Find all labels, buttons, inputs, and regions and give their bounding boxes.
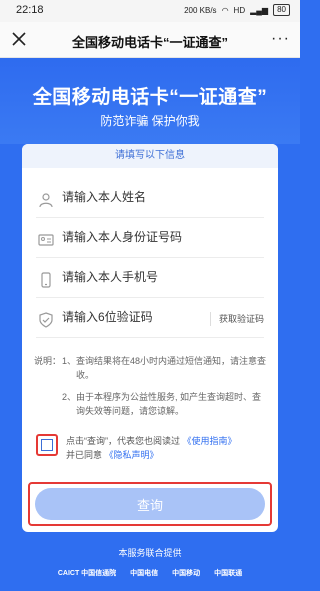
id-card-icon: [38, 234, 54, 246]
get-code-button[interactable]: 获取验证码: [209, 312, 264, 326]
footer-title: 本服务联合提供: [118, 548, 182, 558]
status-bar: 22:18 200 KB/s ◠ HD ▂▄▆ 80: [0, 0, 300, 22]
form-header: 请填写以下信息: [22, 144, 278, 168]
status-time: 22:18: [16, 4, 44, 16]
wifi-icon: ◠: [221, 5, 229, 15]
network-speed: 200 KB/s: [184, 5, 217, 15]
phone-input[interactable]: [62, 270, 252, 284]
notes: 说明： 1、 查询结果将在48小时内通过短信通知，请注意查收。 2、 由于本程序…: [34, 354, 266, 426]
hd-badge: HD: [233, 5, 246, 15]
nav-title: 全国移动电话卡“一证通查”: [71, 35, 228, 50]
agree-checkbox[interactable]: [41, 439, 53, 451]
query-button[interactable]: 查询: [35, 488, 265, 520]
footer-logos: CAICT 中国信通院 中国电信 中国移动 中国联通: [0, 568, 300, 578]
guide-link[interactable]: 《使用指南》: [183, 436, 237, 446]
nav-bar: 全国移动电话卡“一证通查” ···: [0, 22, 300, 58]
code-field: 获取验证码: [36, 304, 264, 338]
form-card: 请填写以下信息 获取验证码 说明：: [22, 144, 278, 532]
shield-icon: [39, 312, 53, 328]
phone-icon: [41, 272, 51, 288]
query-button-highlight: 查询: [28, 482, 272, 526]
caict-logo: CAICT 中国信通院: [57, 570, 117, 577]
code-input[interactable]: [62, 310, 192, 324]
more-icon[interactable]: ···: [271, 30, 290, 48]
checkbox-highlight: [36, 434, 58, 456]
privacy-link[interactable]: 《隐私声明》: [105, 450, 159, 460]
note-item: 2、 由于本程序为公益性服务, 如产生查询超时、查询失效等问题，请您谅解。: [62, 392, 262, 416]
note-item: 说明： 1、 查询结果将在48小时内通过短信通知，请注意查收。: [34, 356, 267, 380]
name-input[interactable]: [62, 190, 252, 204]
china-mobile-logo: 中国移动: [172, 570, 201, 577]
status-icons: 200 KB/s ◠ HD ▂▄▆ 80: [184, 4, 290, 16]
hero-banner: 全国移动电话卡“一证通查” 防范诈骗 保护你我: [0, 58, 300, 144]
id-input[interactable]: [62, 230, 252, 244]
id-field: [36, 224, 264, 258]
china-telecom-logo: 中国电信: [130, 570, 159, 577]
name-field: [36, 184, 264, 218]
person-icon: [39, 193, 53, 208]
notes-label: 说明：: [34, 356, 62, 366]
signal-icon: ▂▄▆: [250, 5, 269, 15]
agreement-text: 点击“查询”，代表您也阅读过 《使用指南》 并已同意 《隐私声明》: [66, 436, 237, 460]
hero-subtitle: 防范诈骗 保护你我: [100, 114, 200, 128]
china-unicom-logo: 中国联通: [214, 570, 243, 577]
hero-title: 全国移动电话卡“一证通查”: [32, 87, 268, 108]
phone-field: [36, 264, 264, 298]
battery-icon: 80: [273, 4, 290, 16]
